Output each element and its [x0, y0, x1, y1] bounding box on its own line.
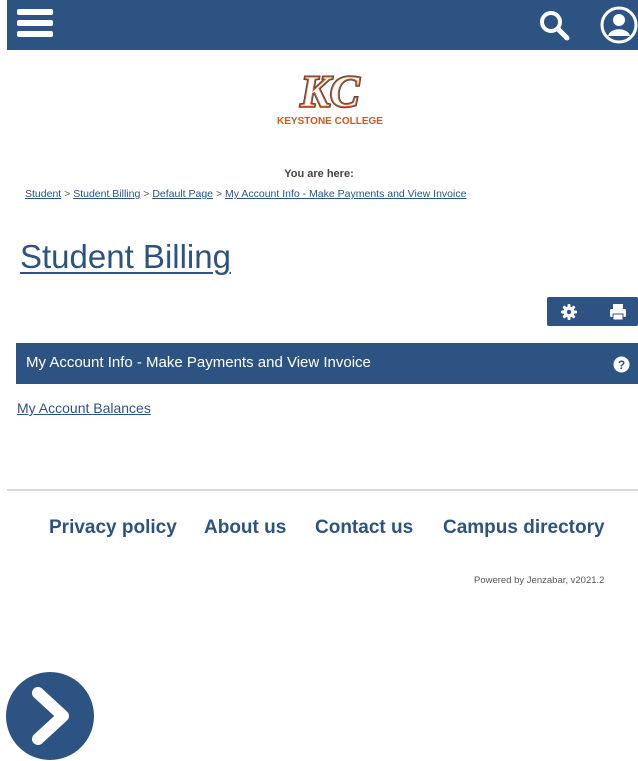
breadcrumb-student-billing[interactable]: Student Billing	[73, 188, 140, 200]
chevron-right-icon[interactable]	[5, 671, 95, 761]
breadcrumb: Student > Student Billing > Default Page…	[25, 188, 638, 200]
keystone-college-logo[interactable]: KC KC KEYSTONE COLLEGE	[277, 66, 383, 128]
breadcrumb-separator: >	[215, 188, 223, 200]
breadcrumb-my-account-info[interactable]: My Account Info - Make Payments and View…	[225, 188, 466, 200]
page-title[interactable]: Student Billing	[20, 238, 231, 276]
logo-letters-outline: KC	[300, 67, 360, 116]
breadcrumb-heading: You are here:	[284, 168, 354, 180]
svg-text:?: ?	[618, 358, 625, 372]
breadcrumb-separator: >	[64, 188, 71, 200]
search-icon[interactable]	[537, 8, 571, 42]
portlet-title: My Account Info - Make Payments and View…	[26, 354, 371, 371]
contact-us-link[interactable]: Contact us	[315, 517, 413, 539]
breadcrumb-student[interactable]: Student	[25, 188, 61, 200]
privacy-policy-link[interactable]: Privacy policy	[49, 517, 177, 539]
page-tools	[547, 297, 638, 326]
about-us-link[interactable]: About us	[204, 517, 286, 539]
powered-by-text: Powered by Jenzabar, v2021.2	[474, 575, 605, 586]
campus-directory-link[interactable]: Campus directory	[443, 517, 605, 539]
gear-icon[interactable]	[559, 302, 579, 322]
breadcrumb-separator: >	[143, 188, 150, 200]
help-icon[interactable]: ?	[613, 356, 630, 373]
user-account-icon[interactable]	[599, 5, 638, 45]
logo-college-name: KEYSTONE COLLEGE	[277, 116, 383, 127]
top-nav-bar	[7, 0, 638, 50]
my-account-balances-link[interactable]: My Account Balances	[17, 400, 151, 416]
printer-icon[interactable]	[608, 302, 628, 322]
hamburger-icon[interactable]	[17, 9, 53, 41]
breadcrumb-default-page[interactable]: Default Page	[152, 188, 213, 200]
portlet-header: My Account Info - Make Payments and View…	[16, 343, 638, 384]
footer-divider	[7, 489, 638, 491]
